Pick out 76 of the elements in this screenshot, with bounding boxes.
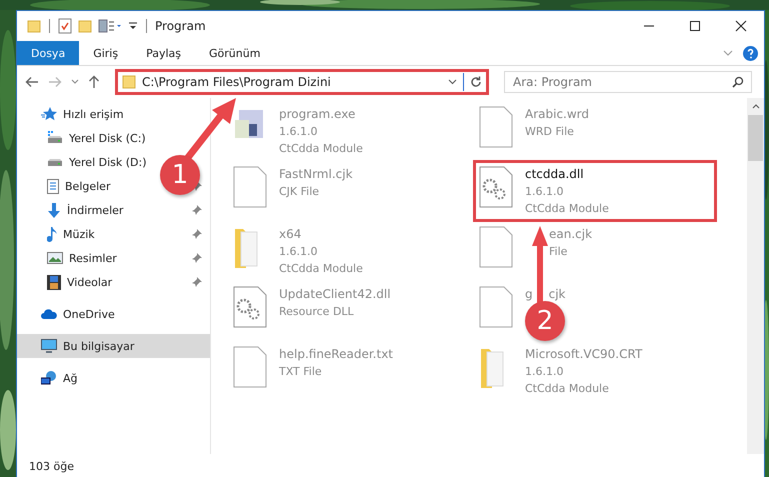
sidebar-item[interactable]: Videolar — [17, 270, 116, 294]
file-detail: CJK File — [279, 184, 320, 200]
chevron-down-icon[interactable] — [448, 79, 457, 85]
file-detail: Resource DLL — [279, 304, 355, 320]
close-icon — [735, 20, 747, 32]
pin-icon[interactable] — [192, 229, 202, 239]
properties-icon[interactable] — [58, 18, 72, 34]
file-detail: 1.6.1.0 — [279, 124, 318, 140]
address-path: C:\Program Files\Program Dizini — [142, 75, 332, 89]
scrollbar-thumb[interactable] — [748, 115, 763, 161]
search-field[interactable]: Ara: Program — [504, 71, 752, 93]
cloud-icon — [41, 309, 57, 319]
ribbon-tab[interactable]: Dosya — [17, 41, 80, 65]
network-icon — [41, 371, 57, 385]
sidebar-item[interactable]: Hızlı erişim — [17, 102, 128, 126]
ribbon-tab[interactable]: Paylaş — [132, 41, 195, 65]
ribbon-tab[interactable]: Görünüm — [195, 41, 274, 65]
sidebar-item[interactable]: Müzik — [17, 222, 99, 246]
music-note-icon — [47, 226, 57, 242]
view-icon[interactable] — [98, 19, 122, 33]
sidebar-item[interactable]: OneDrive — [17, 302, 119, 326]
file-icon[interactable] — [233, 166, 267, 208]
sidebar-item[interactable]: Yerel Disk (D:) — [17, 150, 151, 174]
file-detail: CtCdda Module — [279, 261, 363, 277]
refresh-icon[interactable] — [470, 76, 482, 88]
address-bar[interactable]: C:\Program Files\Program Dizini — [115, 69, 489, 95]
dropdown-icon[interactable] — [128, 21, 138, 31]
sidebar-item[interactable]: Ağ — [17, 366, 82, 390]
back-arrow-icon[interactable] — [25, 76, 39, 88]
monitor-icon — [41, 339, 57, 353]
item-count: 103 öğe — [29, 460, 74, 472]
search-icon[interactable] — [732, 76, 744, 88]
sidebar-item[interactable]: İndirmeler — [17, 198, 128, 222]
file-icon[interactable] — [479, 106, 513, 148]
file-icon[interactable] — [233, 346, 267, 388]
folder-icon — [122, 75, 136, 89]
file-detail: WRD File — [525, 124, 575, 140]
scroll-up-icon[interactable] — [752, 104, 760, 109]
file-detail: CtCdda Module — [279, 141, 363, 157]
drive-icon — [47, 158, 63, 166]
document-icon — [47, 178, 59, 194]
file-name[interactable]: ctcdda.dll — [525, 166, 584, 183]
forward-arrow-icon[interactable] — [48, 76, 62, 88]
file-icon[interactable] — [479, 226, 513, 268]
ribbon-tab[interactable]: Giriş — [79, 41, 132, 65]
file-detail: CtCdda Module — [525, 381, 610, 397]
sidebar-item[interactable]: Bu bilgisayar — [17, 334, 210, 358]
star-icon — [41, 107, 57, 121]
window-title: Program — [155, 19, 206, 33]
pin-icon[interactable] — [192, 205, 202, 215]
download-arrow-icon — [47, 202, 61, 218]
help-icon[interactable] — [743, 46, 758, 60]
recent-dropdown-icon[interactable] — [71, 79, 79, 85]
film-icon — [47, 274, 61, 290]
folder-icon[interactable] — [27, 19, 41, 33]
new-folder-icon[interactable] — [78, 19, 92, 33]
maximize-icon — [689, 20, 701, 32]
sidebar-item[interactable]: Yerel Disk (C:) — [17, 126, 150, 150]
up-arrow-icon[interactable] — [88, 75, 100, 89]
sidebar-item[interactable]: Belgeler — [17, 174, 114, 198]
pin-icon[interactable] — [192, 253, 202, 263]
file-name-fragment: g — [525, 286, 533, 303]
scrollbar[interactable] — [747, 98, 764, 454]
file-detail: 1.6.1.0 — [525, 364, 564, 380]
file-detail: TXT File — [279, 364, 323, 380]
file-icon[interactable] — [479, 286, 513, 328]
gear-file-icon[interactable] — [479, 166, 513, 208]
file-detail: CtCdda Module — [525, 201, 609, 217]
file-detail: 1.6.1.0 — [525, 184, 564, 200]
sidebar-item[interactable]: Resimler — [17, 246, 121, 270]
file-detail: 1.6.1.0 — [279, 244, 318, 260]
file-detail: File — [548, 244, 568, 260]
drive-icon — [47, 131, 63, 145]
pin-icon[interactable] — [192, 277, 202, 287]
gear-file-icon[interactable] — [233, 286, 267, 328]
picture-icon — [47, 252, 63, 264]
